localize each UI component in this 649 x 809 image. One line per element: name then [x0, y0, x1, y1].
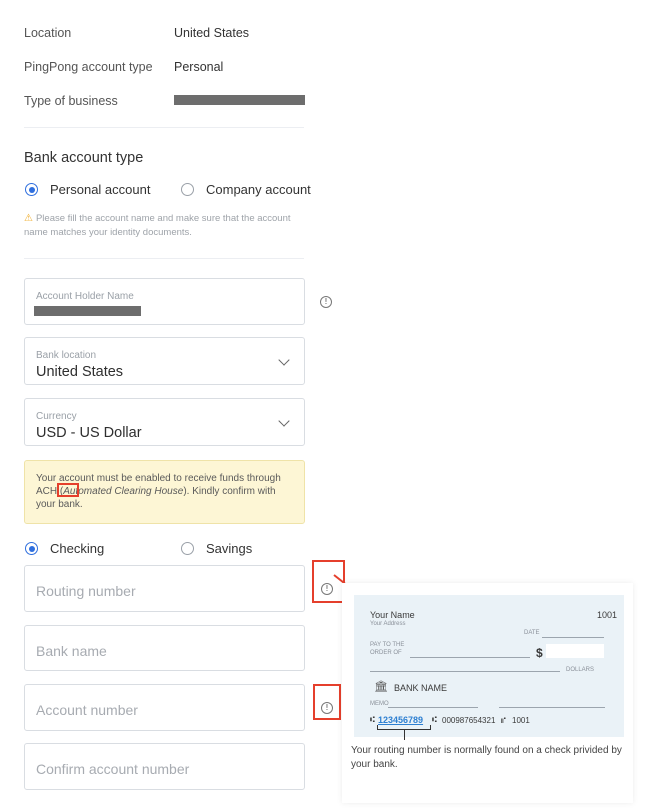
bank-account-type-title: Bank account type [24, 150, 144, 166]
account-holder-name-field[interactable]: Account Holder Name [24, 278, 305, 325]
account-number-input[interactable]: Account number [24, 684, 305, 731]
bank-icon: 🏛 [374, 681, 388, 693]
divider [24, 258, 304, 259]
account-holder-name-redacted [34, 306, 141, 316]
routing-help-card: Your Name Your Address 1001 DATE PAY TO … [342, 583, 633, 803]
confirm-account-number-placeholder: Confirm account number [36, 761, 190, 777]
check-signature-line [499, 707, 605, 708]
radio-checked-icon [25, 183, 38, 196]
check-account-number: 000987654321 [442, 716, 496, 725]
check-date-label: DATE [524, 630, 540, 636]
business-type-label: Type of business [24, 94, 118, 108]
check-amount-line [370, 671, 560, 672]
company-account-radio[interactable]: Company account [181, 182, 311, 197]
chevron-down-icon [278, 354, 290, 366]
check-number: 1001 [597, 610, 618, 620]
routing-number-input[interactable]: Routing number [24, 565, 305, 612]
personal-account-radio[interactable]: Personal account [25, 182, 150, 197]
check-memo: MEMO [370, 701, 389, 707]
routing-number-placeholder: Routing number [36, 583, 136, 599]
check-amount-box [546, 644, 604, 658]
bank-location-label: Bank location [36, 350, 97, 361]
routing-help-caption: Your routing number is normally found on… [351, 745, 622, 770]
holder-name-info-icon[interactable]: ! [320, 296, 332, 308]
business-type-redacted [174, 95, 305, 105]
location-value: United States [174, 26, 250, 40]
location-label: Location [24, 26, 72, 40]
name-warning: ⚠ Please fill the account name and make s… [24, 212, 304, 240]
company-account-label: Company account [206, 182, 311, 197]
check-address: Your Address [370, 621, 406, 627]
micr-symbol: ⑆ [432, 715, 437, 724]
radio-unchecked-icon [181, 542, 194, 555]
currency-select[interactable]: Currency USD - US Dollar [24, 398, 305, 446]
bank-location-value: United States [36, 364, 124, 380]
notice-ach: ACH [36, 486, 58, 497]
confirm-account-number-input[interactable]: Confirm account number [24, 743, 305, 790]
currency-label: Currency [36, 411, 77, 422]
check-pay-to: PAY TO THE [370, 642, 405, 648]
ach-highlight-box [57, 483, 79, 497]
account-type-label: PingPong account type [24, 60, 153, 74]
check-dollar-sign: $ [536, 646, 543, 660]
radio-unchecked-icon [181, 183, 194, 196]
check-routing-number: 123456789 [378, 715, 424, 725]
bank-name-placeholder: Bank name [36, 643, 107, 659]
micr-symbol: ⑈ [501, 716, 506, 725]
account-type-value: Personal [174, 60, 224, 74]
checking-radio[interactable]: Checking [25, 541, 104, 556]
notice-italic: Automated Clearing House [63, 486, 184, 497]
bank-location-select[interactable]: Bank location United States [24, 337, 305, 385]
account-number-placeholder: Account number [36, 702, 138, 718]
check-example-image: Your Name Your Address 1001 DATE PAY TO … [354, 595, 624, 740]
savings-radio[interactable]: Savings [181, 541, 252, 556]
savings-label: Savings [206, 541, 253, 556]
warning-icon: ⚠ [24, 213, 33, 224]
check-dollars-label: DOLLARS [566, 667, 595, 673]
check-micr-number: 1001 [512, 716, 530, 725]
account-info-icon[interactable]: ! [321, 702, 333, 714]
name-warning-text: Please fill the account name and make su… [24, 213, 291, 238]
check-payee-line [410, 657, 530, 658]
bank-name-input[interactable]: Bank name [24, 625, 305, 671]
micr-symbol: ⑆ [370, 715, 375, 724]
checking-label: Checking [50, 541, 105, 556]
personal-account-label: Personal account [50, 182, 151, 197]
check-name: Your Name [370, 610, 415, 620]
check-date-line [542, 637, 604, 638]
check-memo-line [388, 707, 478, 708]
check-order-of: ORDER OF [370, 650, 402, 656]
radio-checked-icon [25, 542, 38, 555]
divider [24, 127, 304, 128]
currency-value: USD - US Dollar [36, 425, 142, 441]
chevron-down-icon [278, 415, 290, 427]
routing-pointer-line [404, 730, 405, 740]
check-bank-name: BANK NAME [394, 683, 448, 693]
account-holder-name-label: Account Holder Name [36, 291, 134, 302]
